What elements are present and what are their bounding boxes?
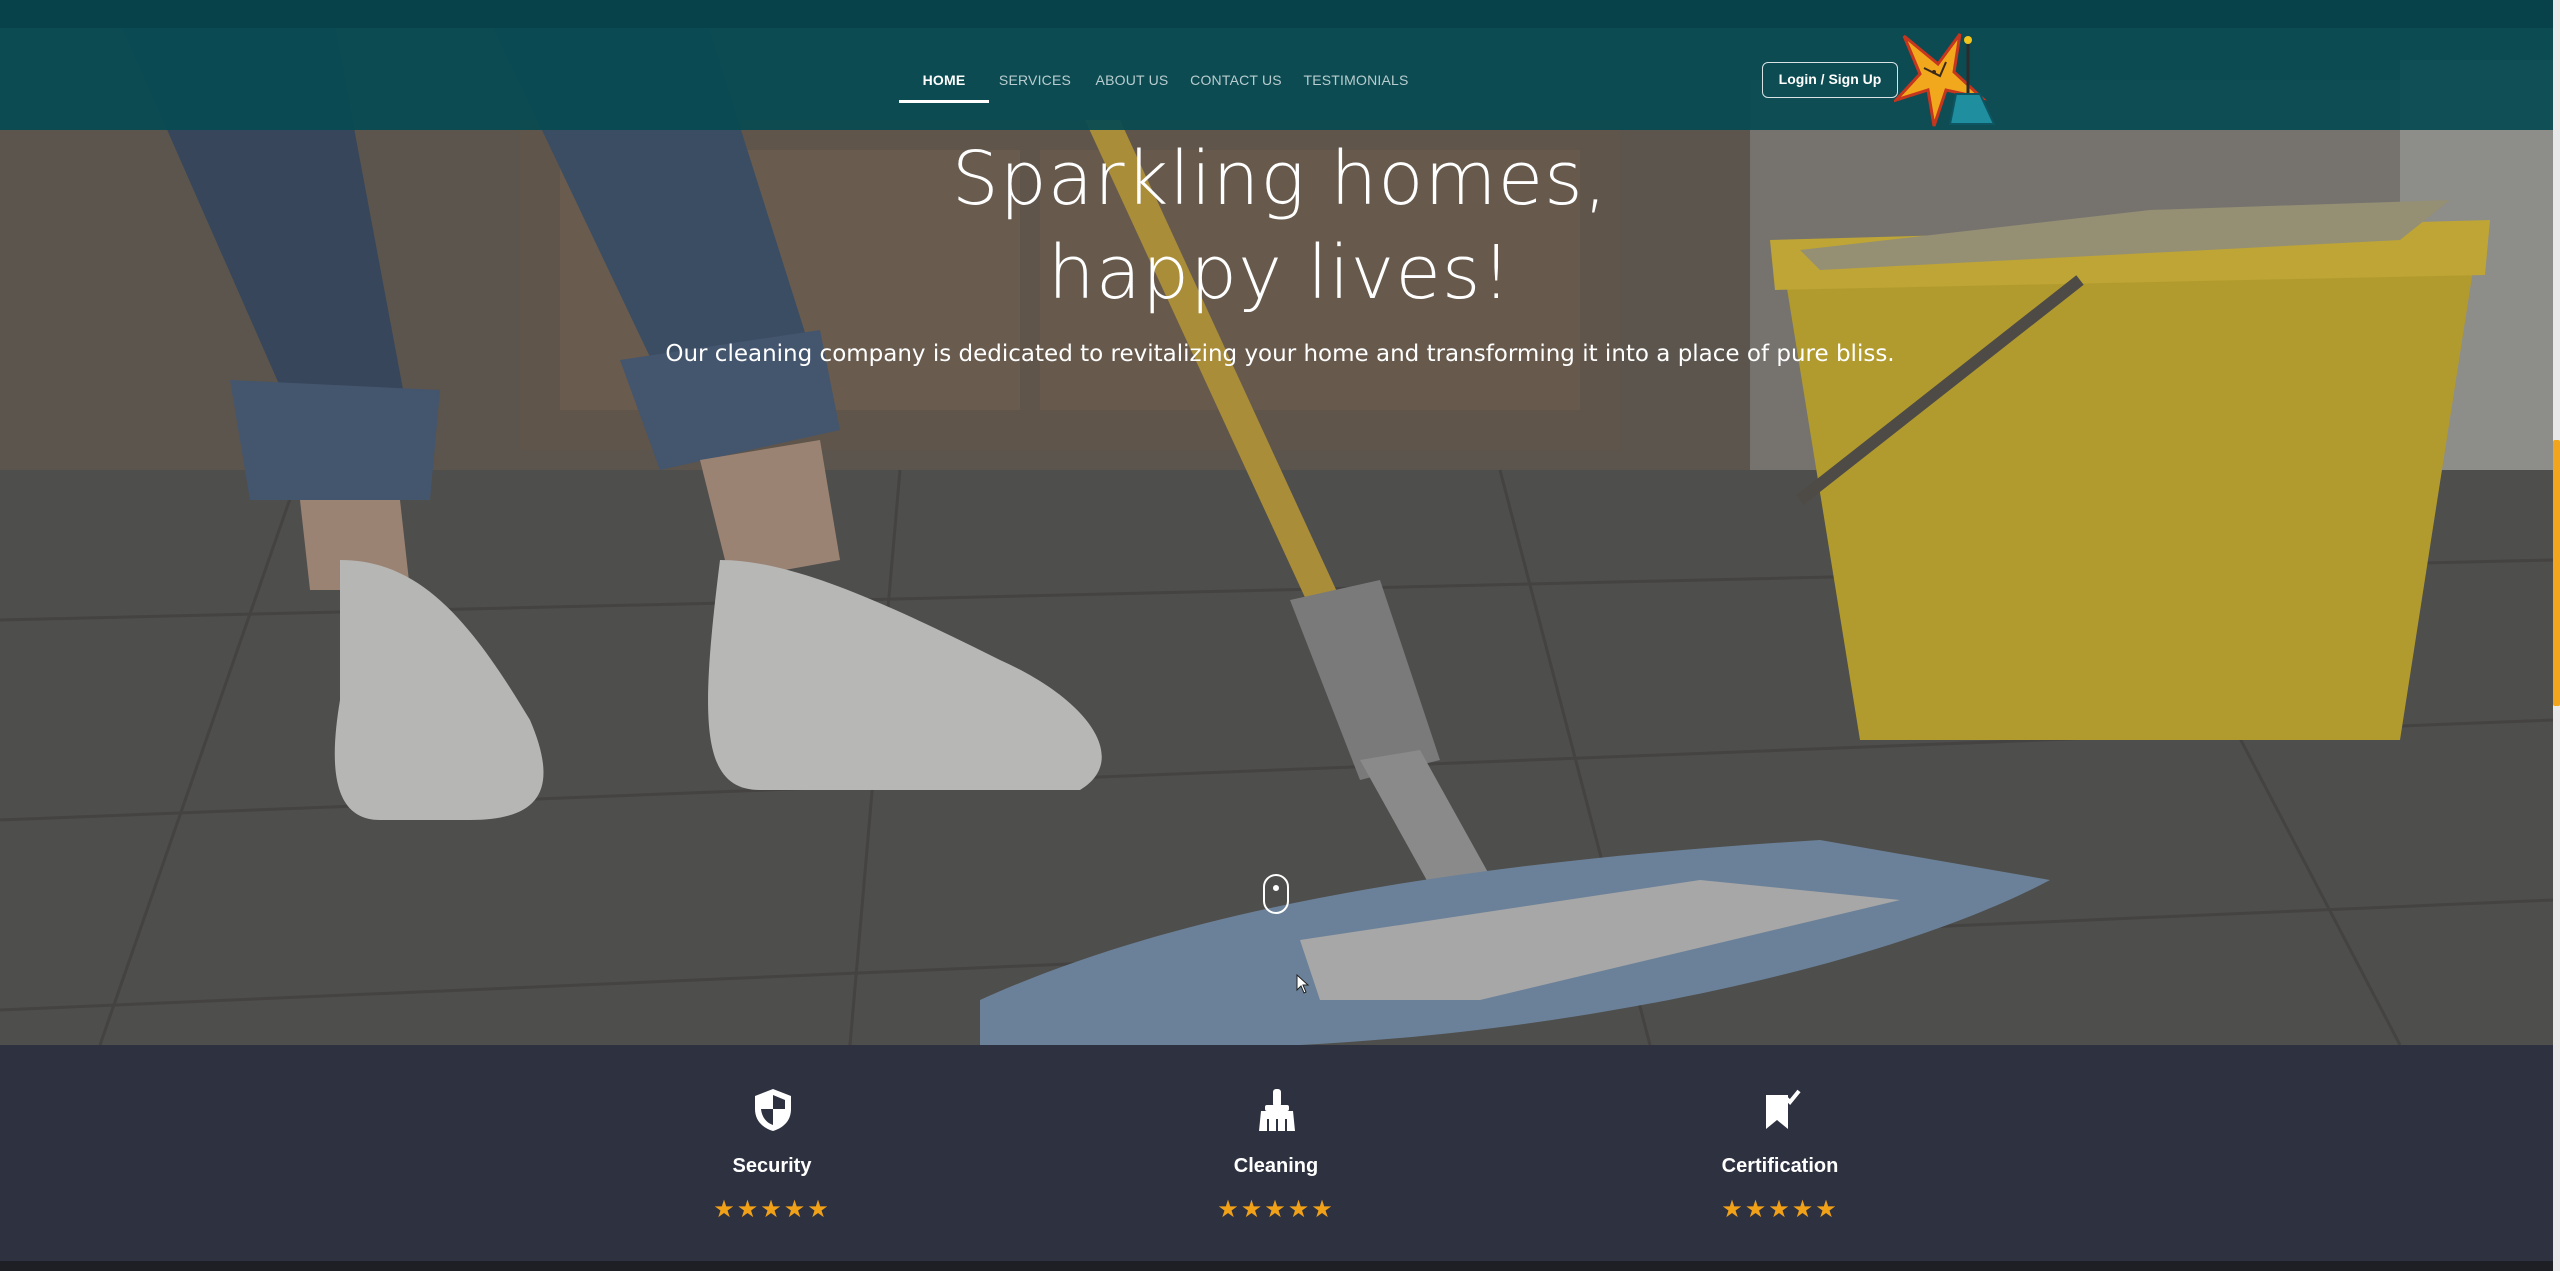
nav-services[interactable]: SERVICES xyxy=(996,56,1074,104)
feature-rating-stars: ★★★★★ xyxy=(713,1195,831,1223)
feature-cleaning: Cleaning ★★★★★ xyxy=(1156,1045,1396,1261)
features-section: Security ★★★★★ Cleaning ★★★★★ Certificat… xyxy=(0,1045,2553,1261)
feature-certification: Certification ★★★★★ xyxy=(1660,1045,1900,1261)
nav-active-indicator xyxy=(899,100,989,103)
login-signup-button[interactable]: Login / Sign Up xyxy=(1762,62,1898,98)
scroll-down-mouse-icon[interactable] xyxy=(1263,874,1289,914)
feature-rating-stars: ★★★★★ xyxy=(1217,1195,1335,1223)
top-bar xyxy=(0,0,2553,28)
bookmark-check-icon xyxy=(1766,1089,1801,1129)
feature-label: Security xyxy=(732,1155,812,1177)
nav-home[interactable]: HOME xyxy=(899,56,989,104)
hero-title-line2: happy lives! xyxy=(1047,230,1513,316)
feature-label: Cleaning xyxy=(1233,1155,1319,1177)
hero-title: Sparkling homes, happy lives! xyxy=(780,132,1780,320)
nav-testimonials[interactable]: TESTIMONIALS xyxy=(1300,56,1412,104)
feature-security: Security ★★★★★ xyxy=(652,1045,892,1261)
scrollbar-thumb[interactable] xyxy=(2553,440,2560,706)
nav-contact-us[interactable]: CONTACT US xyxy=(1190,56,1282,104)
mouse-cursor-icon xyxy=(1296,974,1310,994)
broom-icon xyxy=(1259,1089,1295,1131)
feature-label: Certification xyxy=(1721,1155,1839,1177)
hero-subtitle: Our cleaning company is dedicated to rev… xyxy=(665,341,1895,367)
main-navbar: HOME SERVICES ABOUT US CONTACT US TESTIM… xyxy=(0,28,2553,130)
scroll-wheel-dot xyxy=(1273,885,1279,891)
company-logo-icon[interactable] xyxy=(1894,28,1998,130)
bottom-strip xyxy=(0,1261,2553,1271)
page-scrollbar[interactable] xyxy=(2553,0,2560,1271)
hero-title-line1: Sparkling homes, xyxy=(951,136,1609,222)
shield-icon xyxy=(755,1089,791,1131)
feature-rating-stars: ★★★★★ xyxy=(1721,1195,1839,1223)
nav-about-us[interactable]: ABOUT US xyxy=(1092,56,1172,104)
